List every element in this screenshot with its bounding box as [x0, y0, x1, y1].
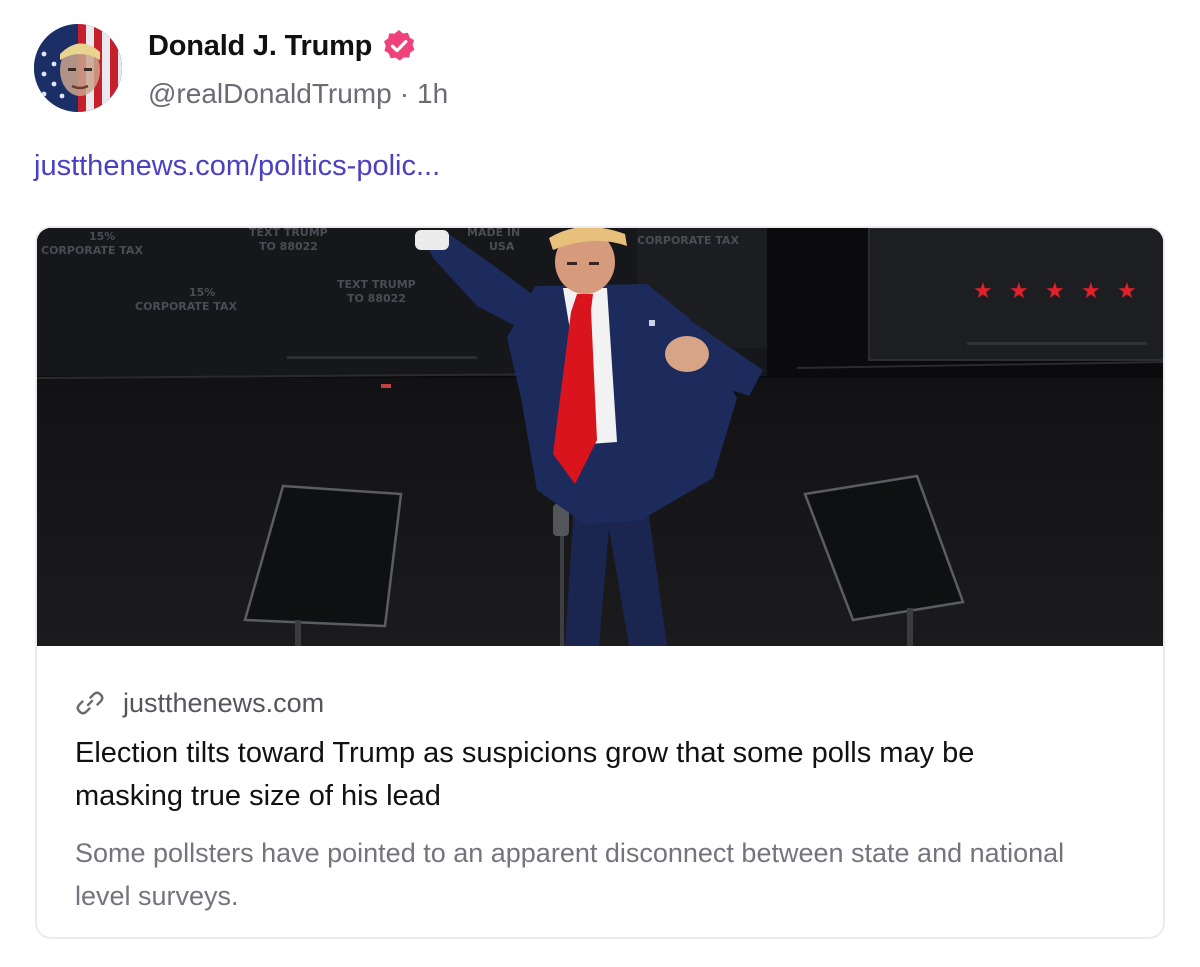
card-headline[interactable]: Election tilts toward Trump as suspicion… [75, 732, 1085, 818]
avatar[interactable] [34, 24, 122, 112]
sign-tax-label: CORPORATE TAX [41, 244, 143, 257]
card-image: 15% CORPORATE TAX 15% CORPORATE TAX TEXT… [37, 228, 1163, 646]
post-link[interactable]: justthenews.com/politics-polic... [34, 150, 440, 183]
svg-text:★: ★ [1045, 279, 1065, 304]
avatar-portrait-icon [34, 24, 122, 112]
card-domain-row: justthenews.com [75, 686, 1163, 720]
handle[interactable]: @realDonaldTrump [148, 78, 392, 110]
display-name[interactable]: Donald J. Trump [148, 30, 372, 63]
svg-text:★: ★ [1117, 279, 1137, 304]
sign-tax-pct: 15% [89, 230, 115, 243]
link-icon [76, 691, 104, 715]
svg-text:★: ★ [973, 279, 993, 304]
post: Donald J. Trump @realDonaldTrump · 1h ju… [0, 0, 1200, 967]
sign-usa: USA [489, 240, 515, 253]
sign-text-trump: TEXT TRUMP [249, 228, 328, 239]
sign-tax-label-3: CORPORATE TAX [637, 234, 739, 247]
link-preview-card[interactable]: 15% CORPORATE TAX 15% CORPORATE TAX TEXT… [35, 226, 1165, 939]
author-block: Donald J. Trump @realDonaldTrump · 1h [148, 28, 448, 110]
name-row: Donald J. Trump [148, 28, 448, 64]
verified-badge-icon [384, 30, 415, 61]
handle-row: @realDonaldTrump · 1h [148, 78, 448, 110]
card-domain: justthenews.com [123, 687, 325, 718]
card-body: justthenews.com Election tilts toward Tr… [37, 646, 1163, 937]
card-description: Some pollsters have pointed to an appare… [75, 838, 1065, 911]
sign-text-number: TO 88022 [259, 240, 318, 253]
timestamp[interactable]: 1h [417, 78, 448, 110]
sign-made-in: MADE IN [467, 228, 520, 239]
sign-tax-label-2: CORPORATE TAX [135, 300, 237, 313]
sign-text-number-2: TO 88022 [347, 292, 406, 305]
sign-tax-pct-2: 15% [189, 286, 215, 299]
rally-photo: 15% CORPORATE TAX 15% CORPORATE TAX TEXT… [37, 228, 1163, 646]
sign-text-trump-2: TEXT TRUMP [337, 278, 416, 291]
separator-dot: · [399, 78, 410, 109]
svg-text:★: ★ [1009, 279, 1029, 304]
svg-text:★: ★ [1081, 279, 1101, 304]
